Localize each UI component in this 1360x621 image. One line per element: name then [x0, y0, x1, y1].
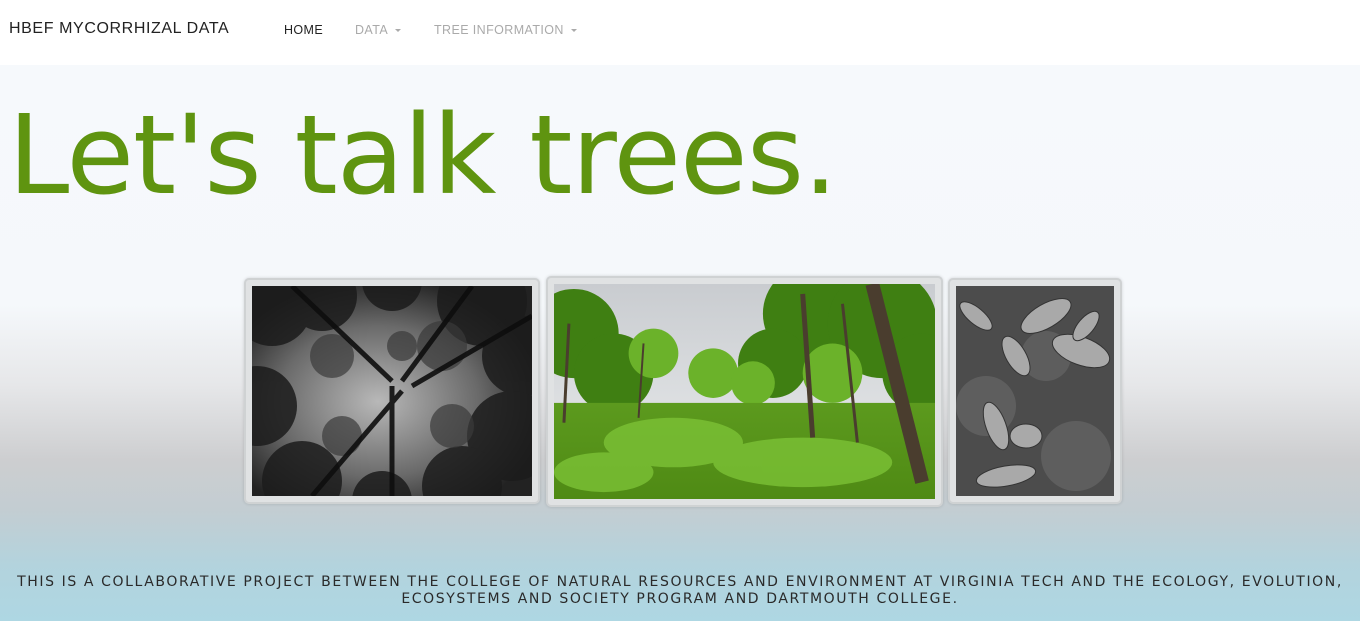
caret-down-icon — [395, 28, 402, 32]
project-description: THIS IS A COLLABORATIVE PROJECT BETWEEN … — [17, 574, 1343, 607]
brand-link[interactable]: HBEF MYCORRHIZAL DATA — [9, 20, 229, 38]
top-navbar: HBEF MYCORRHIZAL DATA HOME DATA TREE INF… — [0, 0, 1360, 65]
nav-home[interactable]: HOME — [284, 23, 323, 37]
canopy-photo — [252, 286, 532, 496]
nav-tree-information-label: TREE INFORMATION — [434, 23, 564, 37]
caret-down-icon — [570, 28, 577, 32]
leaves-photo-frame — [948, 278, 1122, 504]
forest-photo-frame — [546, 276, 943, 507]
nav-data-dropdown[interactable]: DATA — [355, 23, 402, 37]
forest-photo — [554, 284, 935, 499]
hero-section: Let's talk trees. THIS IS A COLLABORATIV… — [0, 65, 1360, 621]
leaves-photo — [956, 286, 1114, 496]
nav-home-label: HOME — [284, 23, 324, 37]
canopy-photo-frame — [244, 278, 540, 504]
nav-tree-information-dropdown[interactable]: TREE INFORMATION — [434, 23, 577, 37]
nav-data-label: DATA — [355, 23, 389, 37]
hero-headline: Let's talk trees. — [8, 91, 838, 219]
